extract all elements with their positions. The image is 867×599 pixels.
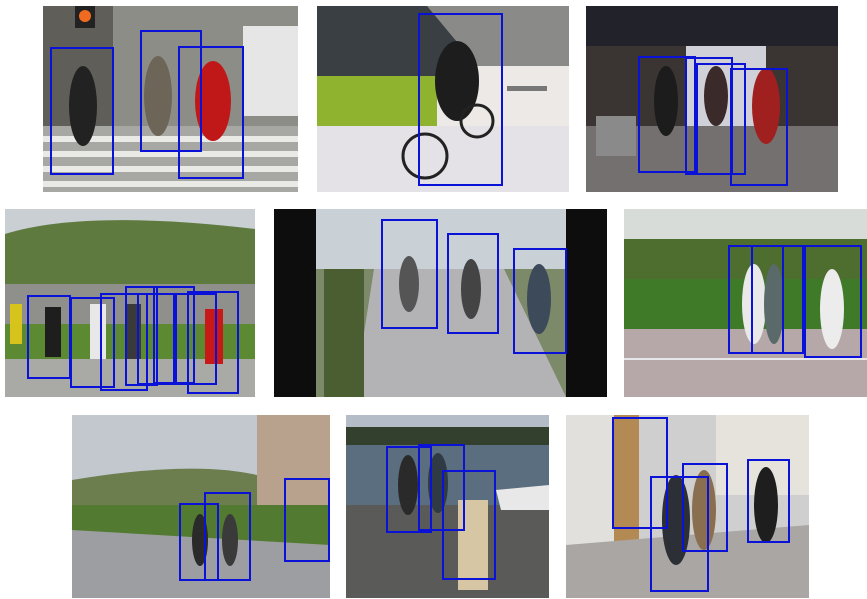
- person-box: [751, 245, 804, 354]
- person-box: [682, 463, 728, 552]
- person-box: [284, 478, 330, 562]
- person-box: [747, 459, 790, 543]
- photo-crosswalk: [43, 6, 298, 192]
- person-box: [447, 233, 499, 334]
- photo-harbor: [346, 415, 549, 598]
- photo-park-crowd: [5, 209, 255, 397]
- photo-snow-cyclist: [317, 6, 569, 192]
- person-box: [27, 295, 71, 379]
- person-box: [187, 291, 239, 394]
- photo-mall-entrance: [586, 6, 838, 192]
- person-box: [204, 492, 251, 581]
- photo-garden-walkers: [624, 209, 867, 397]
- person-box: [178, 46, 244, 179]
- photo-town-street: [566, 415, 809, 598]
- person-box: [804, 245, 862, 358]
- person-box: [730, 68, 788, 186]
- photo-path-walkers: [274, 209, 607, 397]
- person-box: [381, 219, 438, 329]
- person-box: [442, 470, 496, 580]
- person-box: [513, 248, 567, 354]
- person-box: [418, 13, 503, 186]
- person-box: [50, 47, 114, 175]
- photo-campus-road: [72, 415, 330, 598]
